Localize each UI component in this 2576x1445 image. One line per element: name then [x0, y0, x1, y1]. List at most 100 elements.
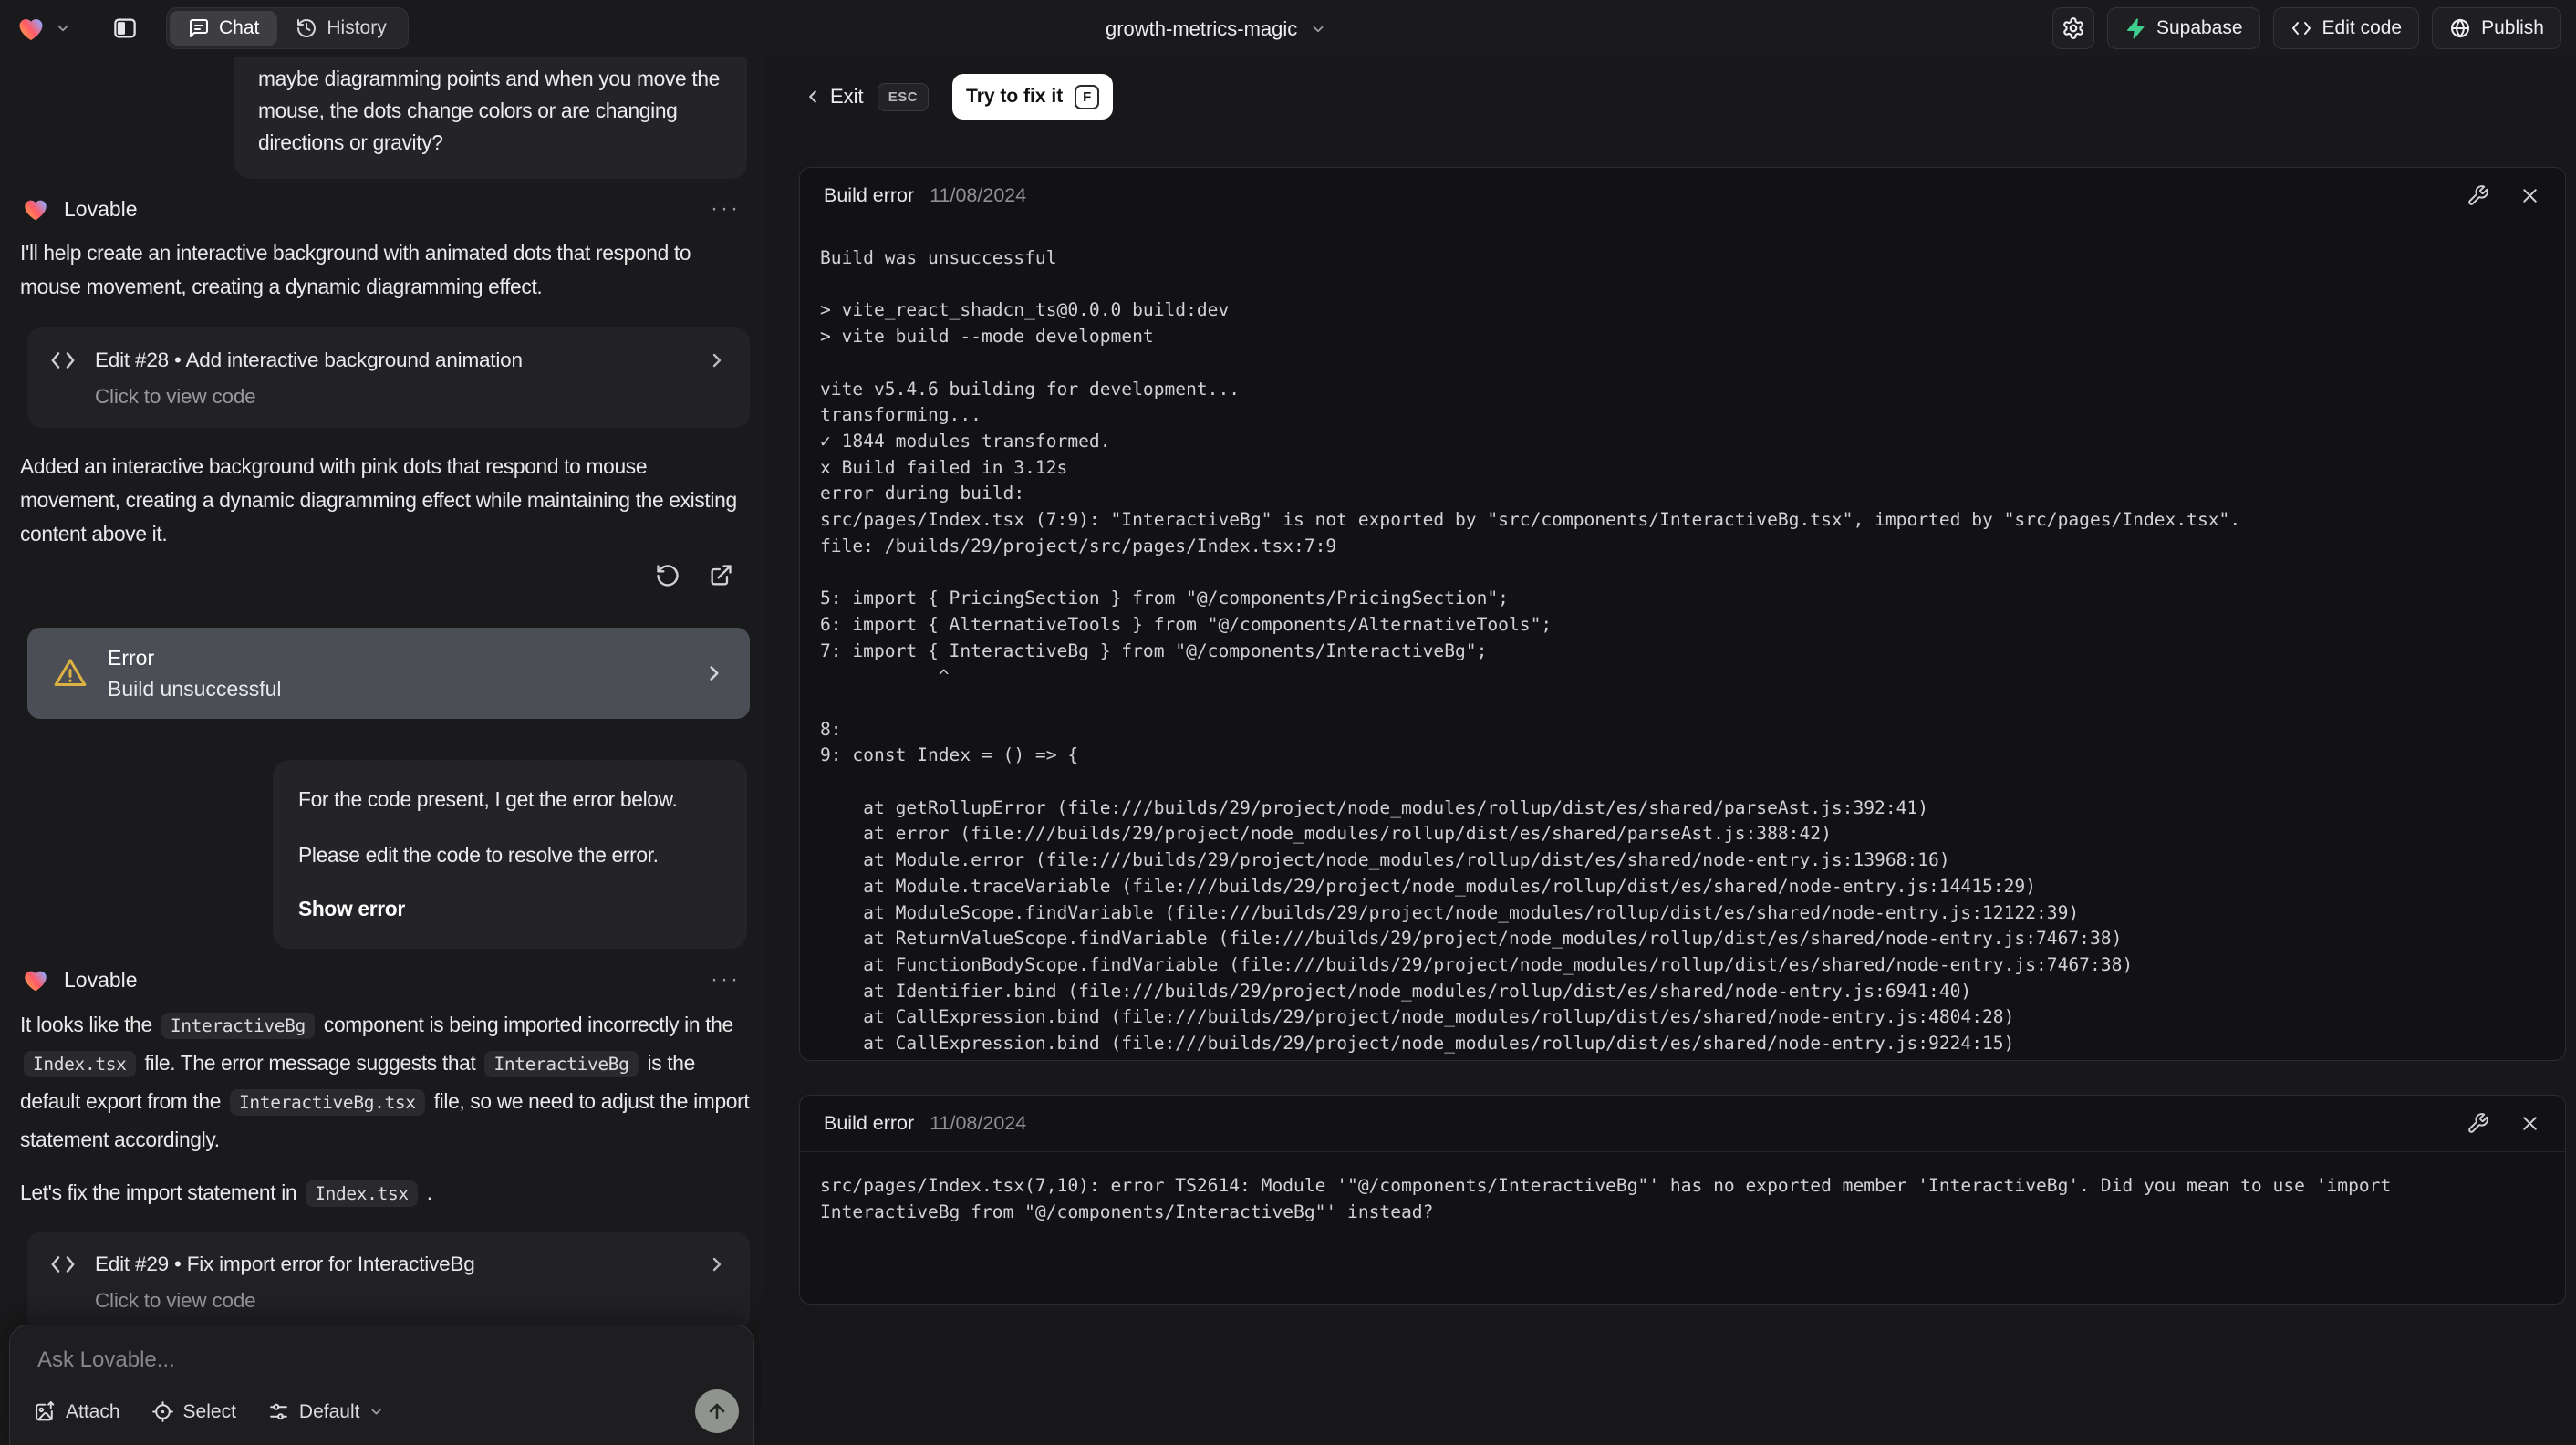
build-error-log: Build was unsuccessful > vite_react_shad… — [820, 247, 2241, 1055]
build-error-body: Build was unsuccessful > vite_react_shad… — [800, 224, 2565, 1060]
attach-image-icon — [36, 1401, 55, 1421]
chat-history-tabs: Chat History — [166, 7, 409, 49]
chat-input[interactable] — [37, 1347, 676, 1373]
f-key-badge: F — [1075, 84, 1100, 109]
arrow-up-icon — [709, 1403, 725, 1419]
target-icon — [151, 1401, 173, 1422]
history-icon — [297, 19, 317, 37]
try-to-fix-label: Try to fix it — [966, 86, 1064, 107]
esc-key-badge: ESC — [877, 82, 930, 111]
user-message: For the code present, I get the error be… — [273, 760, 747, 949]
supabase-label: Supabase — [2155, 17, 2243, 38]
assistant-message-text: It looks like the InteractiveBg componen… — [20, 1013, 750, 1151]
build-error-date: 11/08/2024 — [930, 1112, 1027, 1134]
rotate-ccw-icon — [657, 565, 679, 587]
build-error-log: src/pages/Index.tsx(7,10): error TS2614:… — [820, 1175, 2392, 1222]
chat-bubble-icon — [190, 19, 208, 37]
error-panel-header: Exit ESC Try to fix it F — [764, 57, 2576, 121]
edit-28-card[interactable]: Edit #28 • Add interactive background an… — [27, 327, 750, 428]
try-to-fix-button[interactable]: Try to fix it F — [952, 74, 1114, 120]
warning-triangle-icon — [54, 659, 87, 686]
lovable-heart-icon — [25, 200, 47, 221]
build-error-card-2: Build error 11/08/2024 src/pages/Index.t… — [799, 1095, 2566, 1305]
globe-icon — [2451, 18, 2470, 38]
panel-left-icon — [114, 18, 136, 38]
lovable-app: Chat History growth-metrics-magic Supaba… — [0, 0, 2576, 1445]
more-menu-icon[interactable]: ··· — [711, 196, 741, 222]
build-error-body: src/pages/Index.tsx(7,10): error TS2614:… — [800, 1152, 2565, 1246]
attach-button[interactable]: Attach — [34, 1400, 120, 1423]
select-label: Select — [182, 1400, 236, 1422]
open-preview-button[interactable] — [702, 557, 739, 594]
restore-button[interactable] — [649, 557, 686, 594]
code-brackets-icon — [51, 1256, 75, 1273]
publish-button[interactable]: Publish — [2432, 7, 2561, 49]
user-message: maybe diagramming points and when you mo… — [234, 57, 747, 179]
edit-code-label: Edit code — [2322, 17, 2403, 38]
tab-chat-label: Chat — [219, 17, 260, 38]
build-error-header: Build error 11/08/2024 — [800, 168, 2565, 224]
composer: Attach Select Default — [9, 1325, 754, 1445]
mode-dropdown[interactable]: Default — [267, 1400, 385, 1423]
attach-label: Attach — [66, 1400, 120, 1422]
exit-button[interactable]: Exit — [830, 85, 864, 109]
assistant-message-text: Let's fix the import statement in Index.… — [20, 1174, 752, 1212]
user-message-line: Please edit the code to resolve the erro… — [298, 843, 659, 867]
supabase-button[interactable]: Supabase — [2106, 7, 2260, 49]
tab-history-label: History — [327, 17, 387, 38]
build-error-title: Build error — [824, 184, 915, 206]
topbar: Chat History growth-metrics-magic Supaba… — [0, 0, 2576, 57]
chevron-right-icon — [712, 353, 722, 368]
close-icon[interactable] — [2519, 1112, 2541, 1135]
assistant-message-header: Lovable ··· — [20, 194, 741, 224]
show-error-link[interactable]: Show error — [298, 893, 722, 925]
chevron-right-icon — [710, 666, 719, 681]
lovable-heart-icon — [25, 971, 47, 992]
composer-toolbar: Attach Select Default — [34, 1400, 384, 1423]
code-brackets-icon — [2291, 22, 2311, 35]
edit-28-subtitle: Click to view code — [95, 385, 256, 408]
edit-28-title: Edit #28 • Add interactive background an… — [95, 348, 523, 371]
wrench-icon[interactable] — [2467, 184, 2489, 207]
lovable-logo-menu[interactable] — [15, 13, 71, 44]
project-name: growth-metrics-magic — [1106, 16, 1298, 40]
chevron-left-icon[interactable] — [803, 87, 823, 107]
gear-icon — [2063, 17, 2083, 39]
build-error-actions — [2467, 1112, 2541, 1135]
build-error-header: Build error 11/08/2024 — [800, 1096, 2565, 1152]
supabase-bolt-icon — [2126, 18, 2145, 39]
assistant-name: Lovable — [64, 967, 138, 992]
error-card-subtitle: Build unsuccessful — [108, 676, 282, 701]
user-message-line: For the code present, I get the error be… — [298, 787, 678, 811]
build-error-title: Build error — [824, 1112, 915, 1134]
assistant-message-header: Lovable ··· — [20, 965, 741, 994]
mode-label: Default — [298, 1400, 360, 1422]
lovable-heart-icon — [19, 19, 43, 41]
chat-sidebar: maybe diagramming points and when you mo… — [0, 57, 763, 1445]
code-brackets-icon — [51, 352, 75, 369]
build-error-actions — [2467, 184, 2541, 207]
build-error-card-1: Build error 11/08/2024 Build was unsucce… — [799, 167, 2566, 1061]
publish-label: Publish — [2481, 17, 2544, 38]
sidebar-toggle-button[interactable] — [104, 7, 146, 49]
user-message-text: maybe diagramming points and when you mo… — [258, 67, 720, 154]
settings-button[interactable] — [2051, 7, 2094, 49]
error-card-title: Error — [108, 645, 155, 670]
wrench-icon[interactable] — [2467, 1112, 2489, 1135]
chevron-down-icon — [1313, 26, 1324, 32]
chevron-down-icon — [57, 25, 68, 32]
error-card[interactable]: Error Build unsuccessful — [27, 628, 750, 719]
more-menu-icon[interactable]: ··· — [711, 967, 741, 993]
external-link-icon — [711, 565, 732, 586]
select-button[interactable]: Select — [151, 1400, 236, 1423]
tab-history[interactable]: History — [277, 11, 404, 46]
build-error-date: 11/08/2024 — [930, 184, 1027, 206]
edit-29-card[interactable]: Edit #29 • Fix import error for Interact… — [27, 1232, 750, 1332]
error-panel: Exit ESC Try to fix it F Build error 11/… — [764, 57, 2576, 1445]
project-switcher[interactable]: growth-metrics-magic — [1106, 0, 1326, 57]
close-icon[interactable] — [2519, 184, 2541, 207]
message-actions — [649, 557, 739, 594]
send-button[interactable] — [695, 1389, 739, 1433]
edit-code-button[interactable]: Edit code — [2272, 7, 2420, 49]
tab-chat[interactable]: Chat — [170, 11, 278, 46]
